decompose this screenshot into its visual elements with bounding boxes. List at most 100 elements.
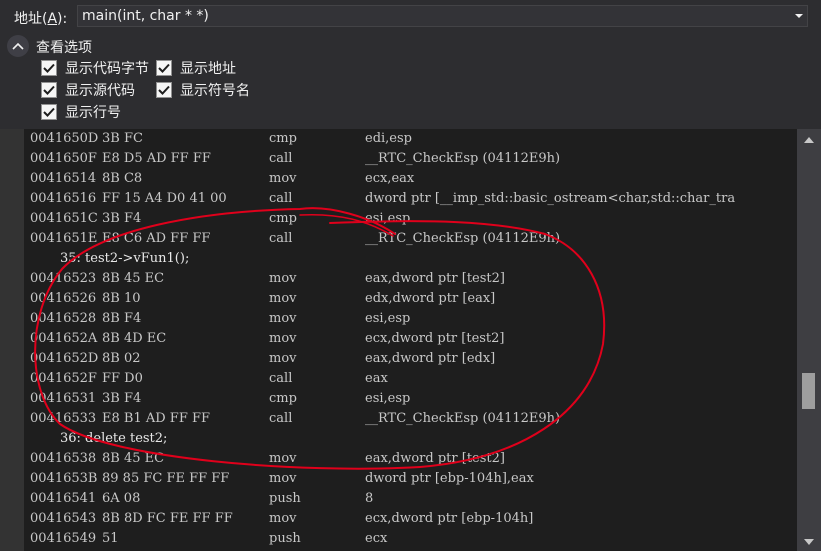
address-label-end: ):	[57, 11, 68, 27]
mnemonic: mov	[269, 511, 297, 526]
operands: __RTC_CheckEsp (04112E9h)	[365, 231, 561, 246]
checkbox-label: 显示源代码	[65, 83, 135, 99]
checkbox-show-code-bytes[interactable]: 显示代码字节	[41, 59, 149, 77]
source-line[interactable]: 35: test2->vFun1();	[0, 249, 797, 269]
operands: ecx	[365, 531, 388, 546]
code-bytes: E8 D5 AD FF FF	[102, 151, 211, 166]
asm-line[interactable]: 00416543 8B 8D FC FE FF FF mov ecx,dword pt…	[0, 509, 797, 529]
code-bytes: 89 85 FC FE FF FF	[102, 471, 230, 486]
instruction-address: 0041651C	[30, 211, 98, 226]
check-icon[interactable]	[41, 82, 57, 98]
checkbox-label: 显示行号	[65, 105, 121, 121]
mnemonic: cmp	[269, 211, 297, 226]
code-bytes: 3B FC	[102, 131, 143, 146]
mnemonic: mov	[269, 271, 297, 286]
asm-line[interactable]: 0041652A 8B 4D EC mov ecx,dword ptr [test2]	[0, 329, 797, 349]
asm-line[interactable]: 00416514 8B C8 mov ecx,eax	[0, 169, 797, 189]
check-icon[interactable]	[41, 60, 57, 76]
instruction-address: 0041652A	[30, 331, 98, 346]
asm-line[interactable]: 0041651C 3B F4 cmp esi,esp	[0, 209, 797, 229]
operands: eax,dword ptr [test2]	[365, 451, 505, 466]
address-label-accesskey: A	[47, 11, 58, 27]
asm-line[interactable]: 0041650D 3B FC cmp edi,esp	[0, 129, 797, 149]
mnemonic: push	[269, 531, 301, 546]
instruction-address: 0041650D	[30, 131, 99, 146]
mnemonic: call	[269, 371, 293, 386]
asm-line[interactable]: 0041653B 89 85 FC FE FF FF mov dword ptr [e…	[0, 469, 797, 489]
mnemonic: mov	[269, 451, 297, 466]
scrollbar-thumb[interactable]	[802, 373, 815, 409]
instruction-address: 00416516	[30, 191, 97, 206]
address-label-text: 地址(	[14, 11, 48, 27]
instruction-address: 00416526	[30, 291, 97, 306]
asm-line[interactable]: 00416523 8B 45 EC mov eax,dword ptr [test2]	[0, 269, 797, 289]
asm-line[interactable]: 00416538 8B 45 EC mov eax,dword ptr [test2]	[0, 449, 797, 469]
asm-line[interactable]: 00416516 FF 15 A4 D0 41 00 call dword ptr […	[0, 189, 797, 209]
asm-line[interactable]: 00416549 51 push ecx	[0, 529, 797, 549]
triangle-down-icon[interactable]	[795, 14, 803, 18]
checkbox-show-address[interactable]: 显示地址	[156, 59, 236, 77]
operands: esi,esp	[365, 391, 411, 406]
source-line[interactable]: 36: delete test2;	[0, 429, 797, 449]
instruction-address: 00416523	[30, 271, 97, 286]
asm-line[interactable]: 00416541 6A 08 push 8	[0, 489, 797, 509]
mnemonic: mov	[269, 171, 297, 186]
vertical-scrollbar[interactable]	[797, 129, 821, 551]
code-bytes: E8 B1 AD FF FF	[102, 411, 211, 426]
asm-line[interactable]: 0041652D 8B 02 mov eax,dword ptr [edx]	[0, 349, 797, 369]
mnemonic: push	[269, 491, 301, 506]
code-bytes: 8B 4D EC	[102, 331, 167, 346]
check-icon[interactable]	[41, 104, 57, 120]
disassembly-view[interactable]: 0041650D 3B FC cmp edi,esp 0041650F E8 D5 AD …	[0, 129, 797, 551]
source-text: 36: delete test2;	[60, 431, 168, 446]
instruction-address: 0041652D	[30, 351, 99, 366]
instruction-address: 00416531	[30, 391, 97, 406]
operands: 8	[365, 491, 374, 506]
mnemonic: call	[269, 411, 293, 426]
chevron-up-icon[interactable]	[7, 35, 29, 57]
view-options-title: 查看选项	[36, 40, 92, 56]
checkbox-show-symbol-names[interactable]: 显示符号名	[156, 81, 250, 99]
instruction-address: 00416533	[30, 411, 97, 426]
operands: edi,esp	[365, 131, 412, 146]
address-label: 地址(A):	[14, 8, 67, 28]
address-value[interactable]: main(int, char * *)	[82, 8, 209, 24]
checkbox-show-source[interactable]: 显示源代码	[41, 81, 135, 99]
asm-line[interactable]: 0041651E E8 C6 AD FF FF call __RTC_CheckEsp…	[0, 229, 797, 249]
arrow-up-icon[interactable]	[797, 131, 821, 149]
asm-line[interactable]: 0041650F E8 D5 AD FF FF call __RTC_CheckEsp…	[0, 149, 797, 169]
code-bytes: 8B 45 EC	[102, 451, 165, 466]
checkbox-label: 显示地址	[180, 61, 236, 77]
instruction-address: 00416549	[30, 531, 97, 546]
checkbox-label: 显示代码字节	[65, 61, 149, 77]
check-icon[interactable]	[156, 82, 172, 98]
address-combobox[interactable]: main(int, char * *)	[77, 5, 808, 27]
code-bytes: 8B 02	[102, 351, 141, 366]
operands: __RTC_CheckEsp (04112E9h)	[365, 151, 561, 166]
asm-line[interactable]: 00416528 8B F4 mov esi,esp	[0, 309, 797, 329]
asm-line[interactable]: 0041652F FF D0 call eax	[0, 369, 797, 389]
check-icon[interactable]	[156, 60, 172, 76]
address-bar: 地址(A): main(int, char * *)	[0, 0, 821, 32]
instruction-address: 00416541	[30, 491, 97, 506]
checkbox-show-line-numbers[interactable]: 显示行号	[41, 103, 121, 121]
code-bytes: 3B F4	[102, 391, 142, 406]
arrow-down-icon[interactable]	[797, 533, 821, 551]
asm-line[interactable]: 00416531 3B F4 cmp esi,esp	[0, 389, 797, 409]
instruction-address: 0041651E	[30, 231, 98, 246]
operands: __RTC_CheckEsp (04112E9h)	[365, 411, 561, 426]
source-text: 35: test2->vFun1();	[60, 251, 190, 266]
code-bytes: 8B C8	[102, 171, 143, 186]
code-bytes: 51	[102, 531, 119, 546]
operands: edx,dword ptr [eax]	[365, 291, 496, 306]
instruction-address: 0041652F	[30, 371, 97, 386]
mnemonic: call	[269, 151, 293, 166]
instruction-address: 00416514	[30, 171, 97, 186]
asm-line[interactable]: 00416526 8B 10 mov edx,dword ptr [eax]	[0, 289, 797, 309]
code-bytes: 8B 10	[102, 291, 141, 306]
code-bytes: 8B F4	[102, 311, 142, 326]
code-bytes: E8 C6 AD FF FF	[102, 231, 211, 246]
code-bytes: 8B 8D FC FE FF FF	[102, 511, 233, 526]
operands: dword ptr [__imp_std::basic_ostream<char…	[365, 191, 736, 206]
asm-line[interactable]: 00416533 E8 B1 AD FF FF call __RTC_CheckEsp…	[0, 409, 797, 429]
